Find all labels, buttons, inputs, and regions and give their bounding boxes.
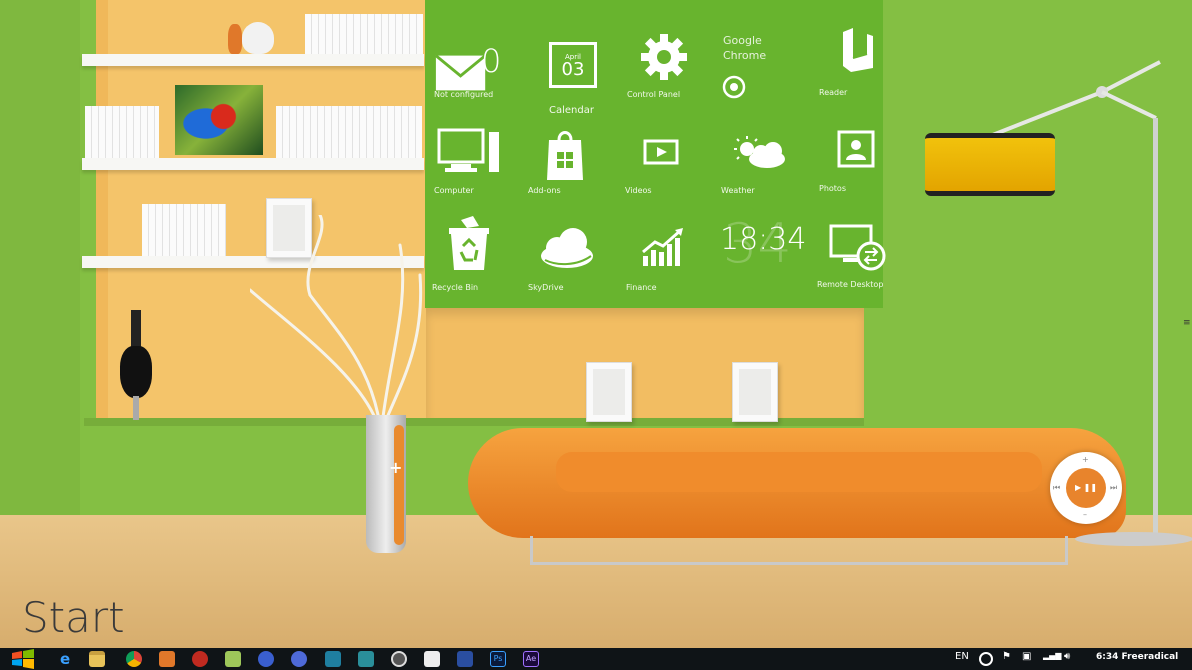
tile-finance-label: Finance bbox=[626, 283, 657, 292]
wallpaper-tall-vase bbox=[366, 415, 406, 553]
edge-handle-icon[interactable]: ≡ bbox=[1183, 318, 1191, 328]
network-signal-icon[interactable]: ▂▄▆ bbox=[1043, 651, 1061, 660]
wallpaper-lamp-shade bbox=[925, 133, 1055, 196]
wallpaper-white-vase bbox=[242, 22, 274, 54]
app-taskbar-icon[interactable] bbox=[325, 651, 341, 667]
taskbar: e Ps Ae EN ⚑ ▣ ▂▄▆ 🔊︎ 6:34 Freeradical bbox=[0, 648, 1192, 670]
tile-videos-label: Videos bbox=[625, 186, 652, 195]
app-taskbar-icon[interactable] bbox=[424, 651, 440, 667]
action-center-flag-icon[interactable]: ⚑ bbox=[1002, 651, 1011, 662]
play-pause-button[interactable]: ▶ ❚❚ bbox=[1066, 468, 1106, 508]
wallpaper-shelf bbox=[82, 54, 424, 66]
clock-widget[interactable]: 18:34 bbox=[720, 222, 806, 257]
start-tiles-panel: 0 Not configured April 03 Calendar Contr… bbox=[425, 0, 886, 308]
volume-down-icon[interactable]: – bbox=[1083, 510, 1087, 519]
wallpaper-branches bbox=[250, 215, 423, 427]
tile-weather-label: Weather bbox=[721, 186, 755, 195]
wallpaper-books bbox=[305, 14, 423, 54]
gear-icon bbox=[641, 34, 687, 80]
app-taskbar-icon[interactable] bbox=[159, 651, 175, 667]
photoshop-icon[interactable]: Ps bbox=[490, 651, 506, 667]
weather-icon bbox=[734, 136, 785, 168]
tray-device-icon[interactable]: ▣ bbox=[1022, 651, 1031, 662]
wallpaper-sofa-base bbox=[530, 536, 1068, 565]
tile-remote-desktop-label: Remote Desktop bbox=[817, 280, 884, 289]
taskbar-clock[interactable]: 6:34 Freeradical bbox=[1096, 652, 1178, 662]
tile-addons-label: Add-ons bbox=[528, 186, 561, 195]
calendar-day: 03 bbox=[561, 59, 585, 80]
remote-desktop-icon bbox=[829, 224, 886, 271]
wallpaper-books bbox=[142, 204, 226, 256]
tile-skydrive-label: SkyDrive bbox=[528, 283, 564, 292]
app-taskbar-icon[interactable] bbox=[192, 651, 208, 667]
language-indicator[interactable]: EN bbox=[955, 651, 969, 662]
wallpaper-books bbox=[85, 106, 159, 158]
cloud-icon bbox=[541, 228, 593, 268]
wallpaper-black-vase bbox=[120, 310, 152, 420]
tile-mail-label: Not configured bbox=[434, 90, 494, 99]
parrot-photo-widget[interactable] bbox=[175, 85, 263, 155]
store-bag-icon bbox=[547, 131, 583, 180]
tray-app-icon[interactable] bbox=[979, 652, 993, 666]
app-taskbar-icon[interactable] bbox=[225, 651, 241, 667]
internet-explorer-icon[interactable]: e bbox=[60, 651, 76, 667]
start-label: Start bbox=[22, 593, 125, 642]
reader-icon bbox=[843, 28, 873, 72]
wallpaper-picture-frame bbox=[586, 362, 632, 422]
tile-reader-label: Reader bbox=[819, 88, 848, 97]
computer-icon bbox=[437, 128, 499, 172]
wallpaper-sofa-seat bbox=[556, 452, 1042, 492]
chart-icon bbox=[642, 228, 683, 266]
wallpaper-books bbox=[276, 106, 422, 158]
recycle-bin-icon bbox=[449, 216, 489, 270]
app-taskbar-icon[interactable] bbox=[457, 651, 473, 667]
volume-icon[interactable]: 🔊︎ bbox=[1064, 651, 1070, 662]
tile-recycle-bin-label: Recycle Bin bbox=[432, 283, 479, 292]
wallpaper-wall-shade bbox=[0, 0, 80, 515]
wallpaper-picture-frame bbox=[732, 362, 778, 422]
wallpaper-lamp-foot bbox=[1075, 532, 1192, 546]
wallpaper-shelf bbox=[82, 158, 424, 170]
wallpaper-lamp-pole bbox=[1153, 118, 1158, 538]
wallpaper-orange-vase bbox=[228, 24, 242, 54]
plus-icon[interactable]: + bbox=[389, 458, 402, 477]
file-explorer-icon[interactable] bbox=[89, 651, 105, 667]
media-player-widget[interactable]: + ⏮ ⏭ – ▶ ❚❚ bbox=[1050, 452, 1122, 524]
next-track-icon[interactable]: ⏭ bbox=[1110, 483, 1117, 493]
app-taskbar-icon[interactable] bbox=[291, 651, 307, 667]
tile-photos-label: Photos bbox=[819, 184, 846, 193]
windows-start-button[interactable] bbox=[10, 649, 36, 669]
tile-calendar-label: Calendar bbox=[549, 105, 594, 116]
photos-icon bbox=[837, 130, 875, 168]
after-effects-icon[interactable]: Ae bbox=[523, 651, 539, 667]
app-taskbar-icon[interactable] bbox=[358, 651, 374, 667]
calendar-icon: April 03 bbox=[549, 42, 597, 88]
tile-control-panel-label: Control Panel bbox=[627, 90, 681, 99]
tile-computer-label: Computer bbox=[434, 186, 474, 195]
app-taskbar-icon[interactable] bbox=[391, 651, 407, 667]
chrome-taskbar-icon[interactable] bbox=[126, 651, 142, 667]
previous-track-icon[interactable]: ⏮ bbox=[1053, 483, 1060, 493]
video-play-icon bbox=[643, 139, 679, 165]
app-taskbar-icon[interactable] bbox=[258, 651, 274, 667]
volume-up-icon[interactable]: + bbox=[1082, 455, 1089, 464]
tile-chrome-label: Google Chrome bbox=[723, 34, 767, 62]
wallpaper-niche bbox=[426, 308, 864, 420]
mail-unread-count: 0 bbox=[481, 42, 502, 80]
chrome-icon bbox=[722, 75, 746, 99]
